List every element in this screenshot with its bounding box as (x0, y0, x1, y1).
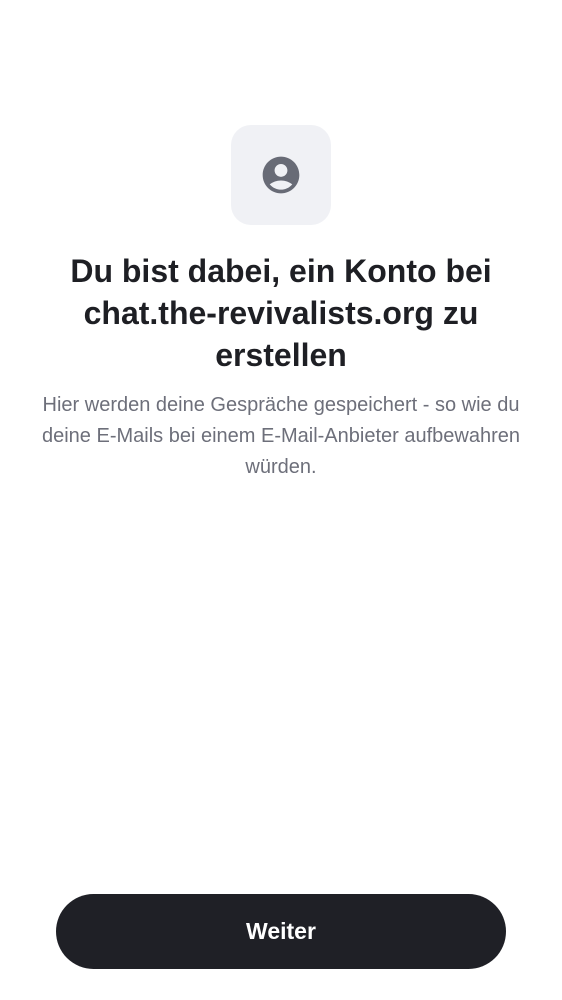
page-description: Hier werden deine Gespräche gespeichert … (41, 394, 521, 478)
page-title: Du bist dabei, ein Konto bei chat.the-re… (70, 253, 492, 373)
account-icon-tile (231, 125, 331, 225)
continue-button[interactable]: Weiter (56, 894, 506, 969)
account-circle-icon (262, 156, 300, 194)
account-creation-screen: Du bist dabei, ein Konto bei chat.the-re… (0, 0, 562, 1000)
